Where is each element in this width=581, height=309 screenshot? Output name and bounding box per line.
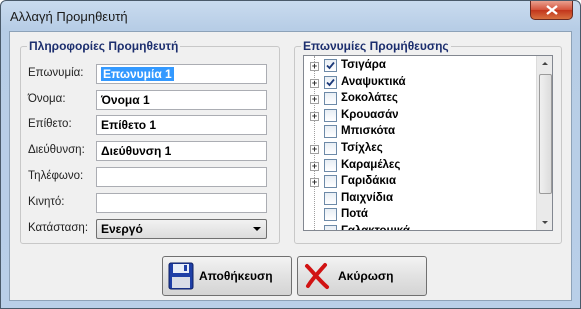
expand-plus-icon[interactable]: + [310,95,319,105]
last-name-field[interactable]: Επίθετο 1 [96,115,267,135]
chevron-down-icon [542,221,548,224]
window-title: Αλλαγή Προμηθευτή [10,9,128,24]
first-name-field[interactable]: Όνομα 1 [96,90,267,110]
supplier-info-group: Πληροφορίες Προμηθευτή Επωνυμία: Επωνυμί… [20,39,280,244]
close-icon [546,5,558,15]
chevron-down-icon [253,227,261,231]
tree-item-label: Γαλακτομικά [341,225,410,231]
tree-scrollbar[interactable] [536,56,552,230]
company-name-field[interactable]: Επωνυμία 1 [96,64,267,84]
tree-item-checkbox[interactable] [324,142,337,155]
scroll-thumb[interactable] [539,74,552,194]
close-button[interactable] [530,1,573,20]
cancel-x-icon [305,263,329,289]
checkmark-icon [326,61,335,70]
tree-item-checkbox[interactable] [324,108,337,122]
company-name-label: Επωνυμία: [28,67,84,79]
tree-item-checkbox[interactable] [324,158,337,172]
dialog-window: Αλλαγή Προμηθευτή Πληροφορίες Προμηθευτή… [0,0,581,309]
tree-item-label: Μπισκότα [341,125,396,138]
products-tree[interactable]: + Τσιγάρα + Αναψυκτικά + Σοκολάτες + Κρουασάν Μπ… [303,55,553,231]
address-label: Διεύθυνση: [28,144,85,156]
cancel-button[interactable]: Ακύρωση [297,256,427,296]
status-select[interactable]: Ενεργό [96,219,267,239]
tree-item-checkbox[interactable] [324,175,337,189]
mobile-field[interactable] [96,193,267,213]
tree-item-label: Γαριδάκια [341,175,397,188]
status-value: Ενεργό [101,222,143,236]
save-button[interactable]: Αποθήκευση [162,256,292,296]
scroll-up-button[interactable] [537,56,552,72]
scroll-down-button[interactable] [537,214,552,230]
tree-item-checkbox[interactable] [324,225,337,230]
tree-item-label: Σοκολάτες [341,92,398,105]
tree-item-checkbox[interactable] [324,75,337,89]
dialog-client-area: Πληροφορίες Προμηθευτή Επωνυμία: Επωνυμί… [9,31,572,301]
tree-item-checkbox[interactable] [324,208,337,222]
tree-item-checkbox[interactable] [324,92,337,106]
checkmark-icon [326,78,335,86]
phone-label: Τηλέφωνο: [28,170,84,182]
expand-plus-icon[interactable]: + [310,178,319,188]
last-name-label: Επίθετο: [28,118,72,130]
save-button-label: Αποθήκευση [199,269,273,283]
tree-item-label: Τσίχλες [341,142,383,154]
expand-plus-icon[interactable]: + [310,78,319,88]
tree-item-checkbox[interactable] [324,191,337,205]
tree-item-label: Κρουασάν [341,108,399,121]
tree-item-checkbox[interactable] [324,59,337,72]
expand-plus-icon[interactable]: + [310,161,319,171]
products-legend: Επωνυμίες Προμήθευσης [301,39,451,53]
mobile-label: Κινητό: [28,196,65,208]
supplier-info-legend: Πληροφορίες Προμηθευτή [27,39,181,53]
cancel-button-label: Ακύρωση [338,269,394,283]
first-name-label: Όνομα: [28,93,66,105]
address-field[interactable]: Διεύθυνση 1 [96,141,267,161]
tree-item-label: Αναψυκτικά [341,75,406,88]
tree-item-checkbox[interactable] [324,125,337,139]
tree-item-label: Τσιγάρα [341,59,386,71]
tree-item-label: Παιχνίδια [341,191,394,204]
floppy-disk-icon [168,262,194,290]
status-label: Κατάσταση: [28,222,89,234]
expand-plus-icon[interactable]: + [310,111,319,121]
phone-field[interactable] [96,167,267,187]
chevron-up-icon [542,62,548,65]
tree-item-label: Καραμέλες [341,158,401,171]
products-group: Επωνυμίες Προμήθευσης + Τσιγάρα + Αναψυκτικ… [294,39,562,244]
tree-item-label: Ποτά [341,208,368,221]
title-bar[interactable]: Αλλαγή Προμηθευτή [1,1,580,31]
expand-plus-icon[interactable]: + [310,145,319,154]
expand-plus-icon[interactable]: + [310,62,319,71]
